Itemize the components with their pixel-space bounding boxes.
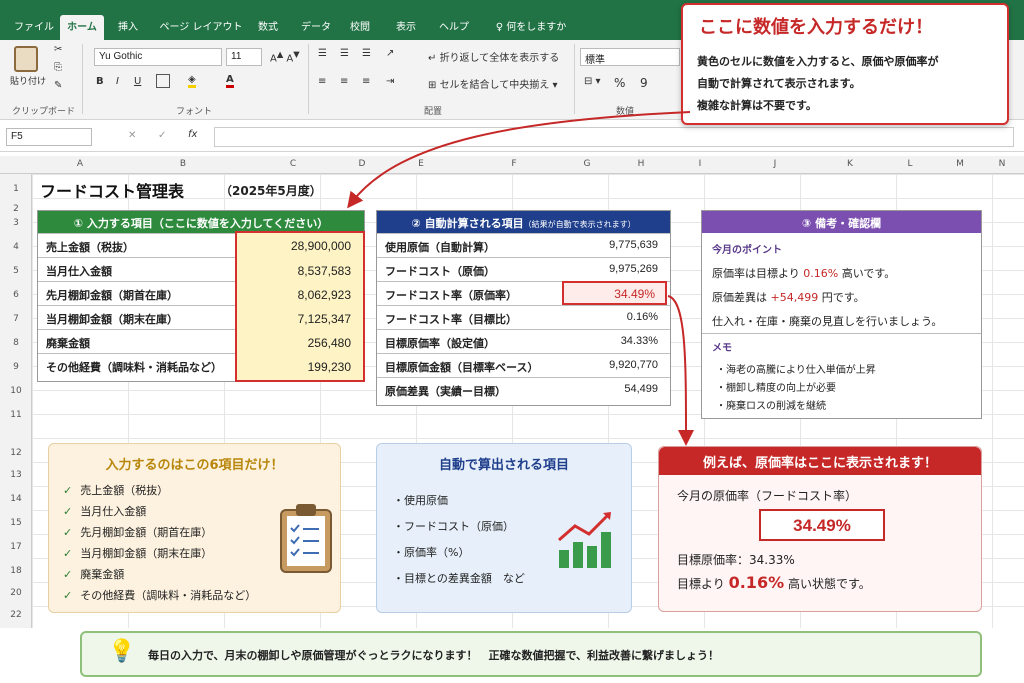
list-item: ・原価率（%） (393, 546, 470, 559)
list-item: ✓ 廃棄金額 (63, 566, 124, 582)
item-text: 当月棚卸金額（期末在庫） (80, 547, 213, 560)
check-icon: ✓ (63, 568, 73, 581)
item-text: 廃棄金額 (80, 568, 125, 581)
result-label: 今月の原価率（フードコスト率） (677, 489, 858, 503)
list-item: ・使用原価 (393, 494, 448, 507)
highlight-value: 0.16% (728, 573, 785, 592)
text: 高い状態です。 (787, 577, 871, 591)
input-items-card: 入力するのはこの6項目だけ！ ✓ 売上金額（税抜） ✓ 当月仕入金額 ✓ 先月棚卸金額… (48, 443, 341, 613)
item-text: その他経費（調味料・消耗品など） (80, 589, 257, 602)
result-value-box: 34.49% (759, 509, 885, 541)
check-icon: ✓ (63, 589, 73, 602)
result-target: 目標原価率：34.33% (677, 553, 795, 567)
list-item: ・目標との差異金額 など (393, 572, 525, 585)
list-item: ✓ その他経費（調味料・消耗品など） (63, 587, 256, 603)
text: 目標より (677, 577, 725, 591)
auto-items-card: 自動で算出される項目 ・使用原価 ・フードコスト（原価） ・原価率（%） ・目標… (376, 443, 632, 613)
list-item: ✓ 当月仕入金額 (63, 503, 146, 519)
card-title: 入力するのはこの6項目だけ！ (105, 458, 284, 473)
callout-arrow (347, 111, 691, 209)
item-text: 先月棚卸金額（期首在庫） (80, 526, 213, 539)
clipboard-icon (280, 504, 332, 573)
tip-text: 毎日の入力で、月末の棚卸しや原価管理がぐっとラクになります！ 正確な数値把握で、… (148, 649, 720, 662)
list-item: ✓ 先月棚卸金額（期首在庫） (63, 524, 212, 540)
list-item: ・フードコスト（原価） (393, 520, 514, 533)
check-icon: ✓ (63, 505, 73, 518)
growth-chart-icon (558, 512, 611, 568)
result-diff: 目標より 0.16% 高い状態です。 (677, 573, 871, 592)
result-arrow (667, 295, 694, 446)
list-item: ✓ 売上金額（税抜） (63, 482, 168, 498)
lightbulb-icon: 💡 (108, 639, 136, 664)
tip-banner: 💡 毎日の入力で、月末の棚卸しや原価管理がぐっとラクになります！ 正確な数値把握… (80, 631, 982, 677)
list-item: ✓ 当月棚卸金額（期末在庫） (63, 545, 212, 561)
result-card: 例えば、原価率はここに表示されます！ 今月の原価率（フードコスト率） 34.49… (658, 446, 982, 612)
result-card-header: 例えば、原価率はここに表示されます！ (659, 447, 981, 475)
item-text: 当月仕入金額 (80, 505, 147, 518)
check-icon: ✓ (63, 547, 73, 560)
check-icon: ✓ (63, 526, 73, 539)
item-text: 売上金額（税抜） (80, 484, 169, 497)
card-title: 自動で算出される項目 (438, 458, 569, 473)
check-icon: ✓ (63, 484, 73, 497)
